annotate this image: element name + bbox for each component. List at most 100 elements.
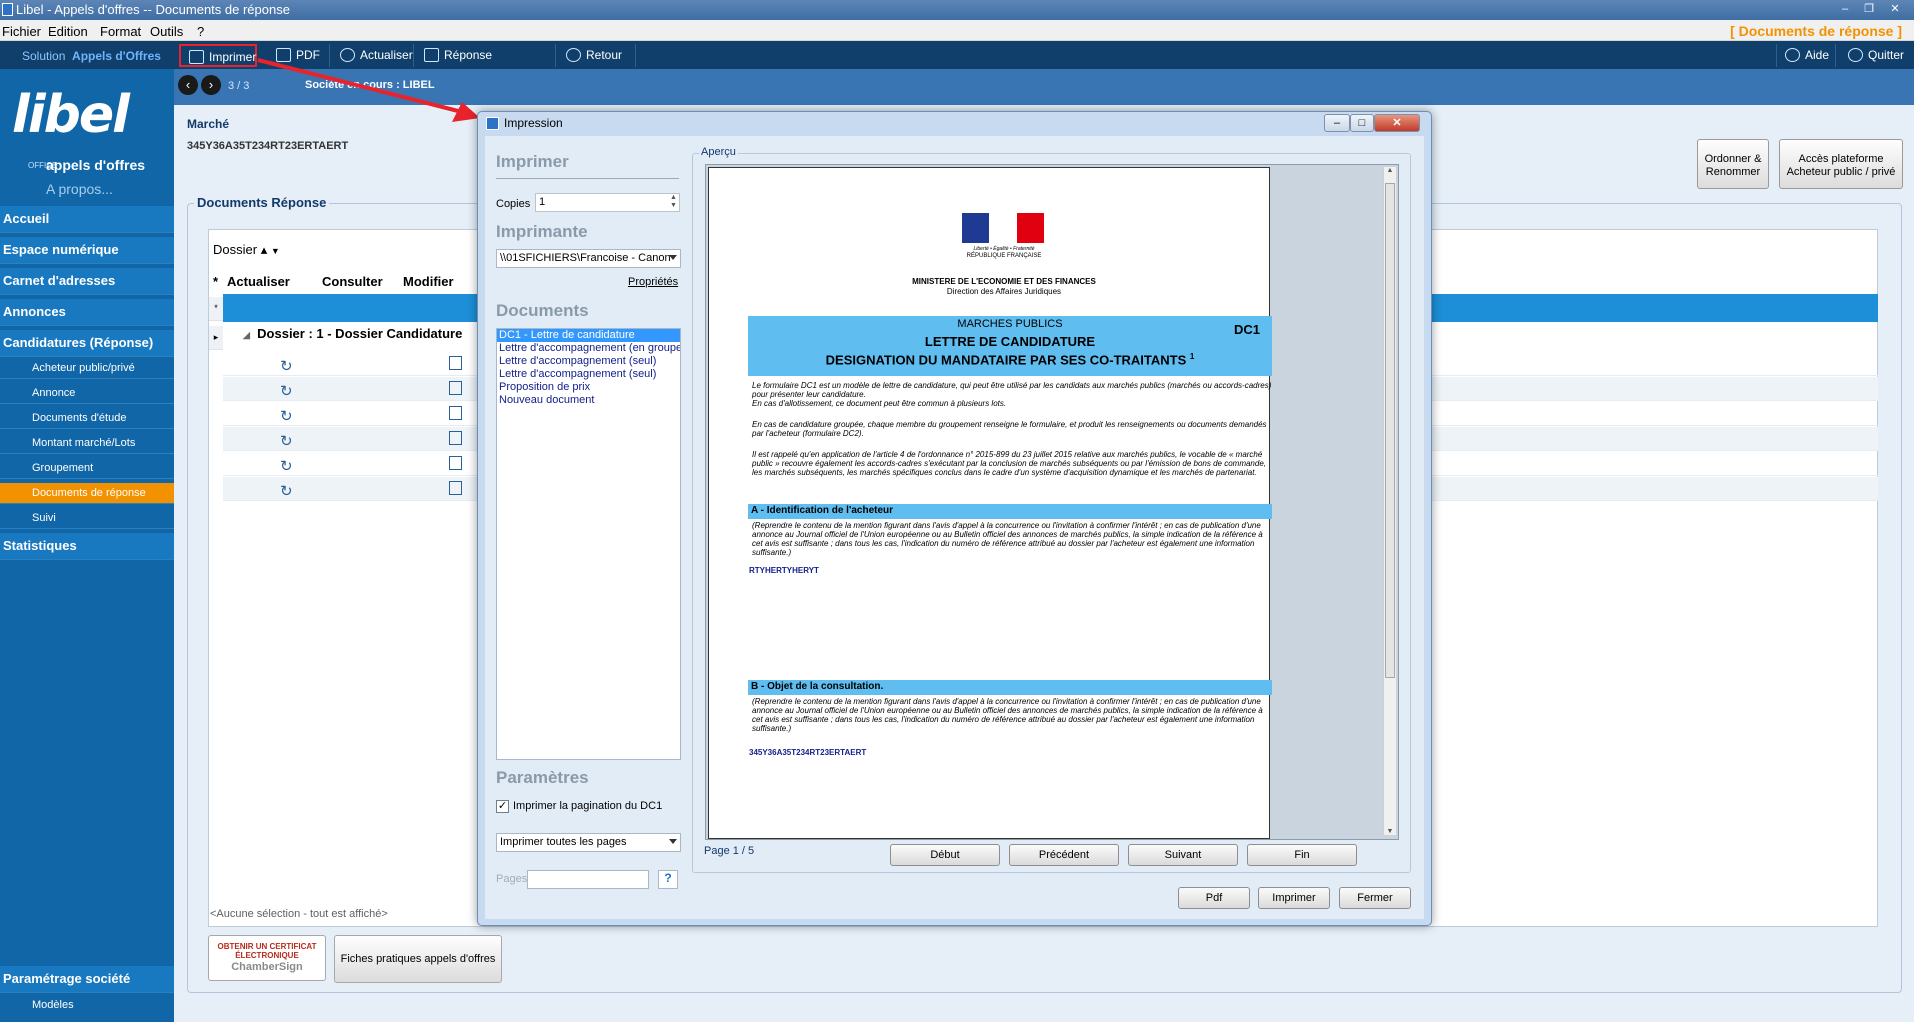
ordonner-renommer-button[interactable]: Ordonner & Renommer	[1697, 139, 1769, 189]
list-item[interactable]: Lettre d'accompagnement (seul)	[497, 355, 680, 368]
dialog-close-icon[interactable]: ✕	[1374, 114, 1420, 132]
sidebar-item-annonce[interactable]: Annonce	[0, 383, 174, 404]
col-actualiser[interactable]: Actualiser	[227, 274, 290, 289]
refresh-icon[interactable]: ↻	[280, 482, 293, 500]
acces-plateforme-button[interactable]: Accès plateforme Acheteur public / privé	[1779, 139, 1903, 189]
pdf-button[interactable]: PDF	[268, 44, 330, 67]
imprimer-button[interactable]: Imprimer	[179, 44, 257, 67]
new-row-marker: *	[209, 297, 223, 321]
copies-input[interactable]: 1	[535, 193, 680, 212]
collapse-icon[interactable]: ◢	[243, 330, 250, 340]
sidebar-item-documents-reponse[interactable]: Documents de réponse	[0, 483, 174, 504]
copies-spinner[interactable]: ▲ ▼	[670, 194, 680, 211]
preview-viewport[interactable]: Liberté • Égalité • Fraternité RÉPUBLIQU…	[705, 164, 1399, 840]
printer-select[interactable]: \\01SFICHIERS\Francoise - Canon	[496, 249, 681, 268]
edit-icon[interactable]	[449, 481, 462, 495]
edit-icon[interactable]	[449, 381, 462, 395]
list-item[interactable]: Lettre d'accompagnement (en groupe	[497, 342, 680, 355]
preview-scrollbar[interactable]: ▲ ▼	[1383, 167, 1396, 835]
group-by-selector[interactable]: Dossier ▴ ▼	[213, 242, 280, 258]
menu-edition[interactable]: Edition	[48, 24, 88, 39]
fin-button[interactable]: Fin	[1247, 844, 1357, 866]
sidebar-item-carnet-adresses[interactable]: Carnet d'adresses	[0, 268, 174, 295]
edit-icon[interactable]	[449, 431, 462, 445]
edit-icon[interactable]	[449, 456, 462, 470]
section-b-text: (Reprendre le contenu de la mention figu…	[752, 697, 1263, 733]
apropos-link[interactable]: A propos...	[46, 181, 113, 197]
retour-button[interactable]: Retour	[558, 44, 636, 67]
precedent-button[interactable]: Précédent	[1009, 844, 1119, 866]
sidebar-item-acheteur[interactable]: Acheteur public/privé	[0, 358, 174, 379]
minimize-icon[interactable]: –	[1834, 2, 1856, 17]
refresh-icon[interactable]: ↻	[280, 457, 293, 475]
fermer-button[interactable]: Fermer	[1339, 887, 1411, 909]
sidebar-item-accueil[interactable]: Accueil	[0, 206, 174, 233]
pages-label: Pages	[496, 873, 528, 885]
dialog-maximize-icon[interactable]: □	[1350, 114, 1374, 132]
sidebar-item-groupement[interactable]: Groupement	[0, 458, 174, 479]
suivant-button[interactable]: Suivant	[1128, 844, 1238, 866]
fiches-pratiques-button[interactable]: Fiches pratiques appels d'offres	[334, 935, 502, 983]
pagination-checkbox[interactable]: ✓	[496, 800, 509, 813]
pages-mode-value: Imprimer toutes les pages	[500, 836, 627, 848]
toolbar: Solution Appels d'Offres Imprimer PDF Ac…	[0, 41, 1914, 84]
expand-arrow-icon[interactable]: ▸	[209, 326, 223, 350]
close-icon[interactable]: ✕	[1884, 2, 1906, 17]
pages-mode-select[interactable]: Imprimer toutes les pages	[496, 833, 681, 852]
societe-label: Société en cours : LIBEL	[305, 79, 435, 91]
menu-format[interactable]: Format	[100, 24, 141, 39]
apercu-group: Aperçu Liberté • Égalité • Fraternité RÉ…	[692, 146, 1411, 873]
dialog-minimize-icon[interactable]: –	[1324, 114, 1350, 132]
intro-text-1: Le formulaire DC1 est un modèle de lettr…	[752, 381, 1272, 399]
chambersign-certificate-button[interactable]: OBTENIR UN CERTIFICAT ÉLECTRONIQUE Chamb…	[208, 935, 326, 981]
list-item[interactable]: Nouveau document	[497, 394, 680, 407]
dossier-group-row[interactable]: ◢ Dossier : 1 - Dossier Candidature	[243, 326, 462, 341]
list-item[interactable]: Lettre d'accompagnement (seul)	[497, 368, 680, 381]
sidebar-item-modeles[interactable]: Modèles	[0, 995, 174, 1016]
col-modifier[interactable]: Modifier	[403, 274, 454, 289]
reponse-electronique-button[interactable]: Réponse électronique	[416, 44, 556, 84]
debut-button[interactable]: Début	[890, 844, 1000, 866]
marche-reference: 345Y36A35T234RT23ERTAERT	[187, 140, 349, 152]
quitter-label: Quitter	[1868, 48, 1905, 62]
sidebar-item-montant[interactable]: Montant marché/Lots	[0, 433, 174, 454]
actualiser-button[interactable]: Actualiser	[332, 44, 414, 67]
next-record-icon[interactable]: ›	[201, 75, 221, 95]
app-icon	[2, 3, 13, 16]
menu-fichier[interactable]: Fichier	[2, 24, 41, 39]
pages-input[interactable]	[527, 870, 649, 889]
sidebar-item-suivi[interactable]: Suivi	[0, 508, 174, 529]
print-button[interactable]: Imprimer	[1258, 887, 1330, 909]
edit-icon[interactable]	[449, 356, 462, 370]
preview-page: Liberté • Égalité • Fraternité RÉPUBLIQU…	[708, 167, 1272, 839]
sidebar-item-parametrage[interactable]: Paramétrage société	[0, 966, 174, 993]
sidebar-item-candidatures[interactable]: Candidatures (Réponse)	[0, 330, 174, 357]
pdf-export-button[interactable]: Pdf	[1178, 887, 1250, 909]
quitter-button[interactable]: Quitter	[1840, 44, 1912, 67]
restore-icon[interactable]: ❐	[1858, 2, 1880, 17]
refresh-icon[interactable]: ↻	[280, 432, 293, 450]
scroll-thumb[interactable]	[1385, 183, 1395, 678]
scroll-down-icon[interactable]: ▼	[1384, 828, 1396, 835]
marianne-logo	[962, 213, 1044, 243]
scroll-up-icon[interactable]: ▲	[1384, 167, 1396, 174]
sidebar-item-documents-etude[interactable]: Documents d'étude	[0, 408, 174, 429]
refresh-icon[interactable]: ↻	[280, 357, 293, 375]
previous-record-icon[interactable]: ‹	[178, 75, 198, 95]
sidebar-item-statistiques[interactable]: Statistiques	[0, 533, 174, 560]
col-consulter[interactable]: Consulter	[322, 274, 383, 289]
sidebar-item-annonces[interactable]: Annonces	[0, 299, 174, 326]
list-item[interactable]: DC1 - Lettre de candidature	[497, 329, 680, 342]
documents-list[interactable]: DC1 - Lettre de candidature Lettre d'acc…	[496, 328, 681, 760]
list-item[interactable]: Proposition de prix	[497, 381, 680, 394]
menu-outils[interactable]: Outils	[150, 24, 183, 39]
record-counter: 3 / 3	[228, 80, 250, 92]
refresh-icon[interactable]: ↻	[280, 382, 293, 400]
aide-button[interactable]: Aide	[1776, 44, 1836, 67]
help-icon[interactable]: ?	[658, 870, 678, 889]
sidebar-item-espace-numerique[interactable]: Espace numérique	[0, 237, 174, 264]
menu-help[interactable]: ?	[197, 24, 204, 39]
edit-icon[interactable]	[449, 406, 462, 420]
proprietes-link[interactable]: Propriétés	[628, 276, 678, 288]
refresh-icon[interactable]: ↻	[280, 407, 293, 425]
